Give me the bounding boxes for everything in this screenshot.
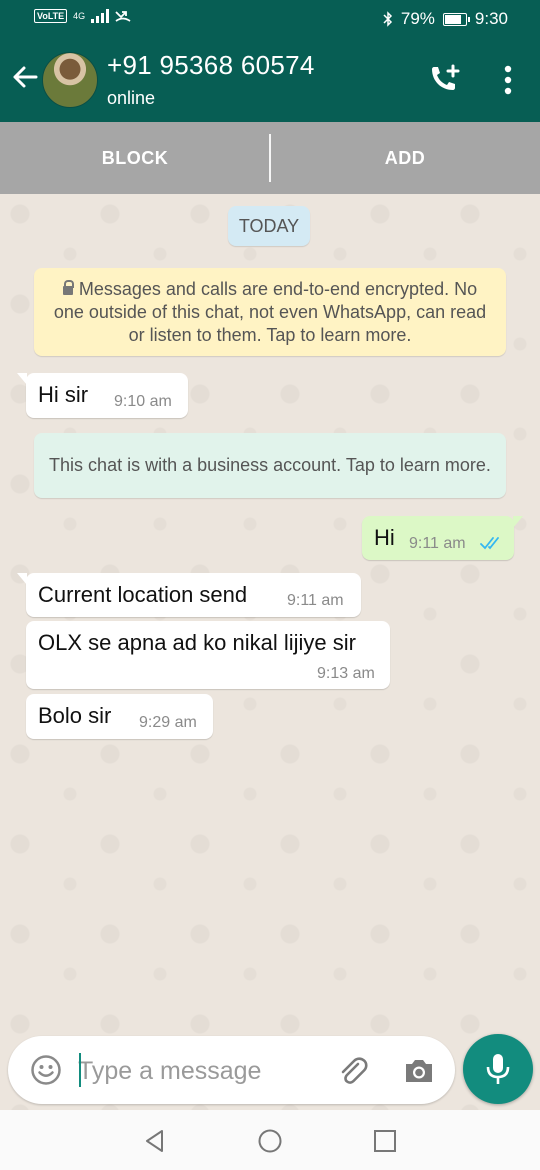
double-check-icon [480,537,499,550]
add-contact-button[interactable]: ADD [270,122,540,194]
message-time: 9:11 am [409,535,466,552]
mic-icon [486,1054,510,1084]
message-bubble-outgoing[interactable]: Hi 9:11 am [362,516,523,560]
text-cursor [79,1053,81,1087]
battery-icon [442,12,470,26]
message-text: Bolo sir [38,703,112,728]
message-time: 9:13 am [317,665,375,682]
status-bar: VoLTE 4G 79% 9:30 [0,0,540,38]
message-bubble-incoming[interactable]: OLX se apna ad ko nikal lijiye sir 9:13 … [26,621,390,689]
camera-icon[interactable] [402,1054,436,1088]
network-type: 4G [73,11,86,21]
attach-icon[interactable] [336,1054,370,1088]
add-call-icon[interactable] [426,64,462,96]
emoji-icon[interactable] [30,1054,62,1086]
message-time: 9:29 am [139,714,197,731]
voice-message-button[interactable] [463,1034,533,1104]
system-nav-bar [0,1110,540,1170]
contact-name[interactable]: +91 95368 60574 [107,50,315,81]
message-bubble-incoming[interactable]: Current location send 9:11 am [17,573,361,617]
message-input[interactable] [76,1048,330,1094]
message-text: Hi sir [38,382,89,407]
message-time: 9:10 am [114,393,172,410]
nav-back-icon[interactable] [142,1128,168,1154]
battery-percent: 79% [400,9,435,28]
composer [8,1036,455,1104]
contact-status: online [107,88,156,108]
back-arrow-icon[interactable] [10,62,40,92]
block-button[interactable]: BLOCK [0,122,270,194]
status-time: 9:30 [474,9,508,28]
lock-icon [62,279,74,295]
message-time: 9:11 am [287,592,344,609]
nav-home-icon[interactable] [257,1128,283,1154]
avatar[interactable] [42,52,98,108]
message-text: OLX se apna ad ko nikal lijiye sir [38,630,356,655]
nav-recents-icon[interactable] [372,1128,398,1154]
message-bubble-incoming[interactable]: Bolo sir 9:29 am [26,694,213,739]
encryption-notice[interactable]: Messages and calls are end-to-end encryp… [34,268,506,356]
chat-header: +91 95368 60574 online [0,38,540,122]
encryption-notice-text: Messages and calls are end-to-end encryp… [53,278,487,345]
business-action-bar: BLOCK ADD [0,122,540,195]
message-text: Hi [374,525,395,550]
message-bubble-incoming[interactable]: Hi sir 9:10 am [17,373,188,418]
message-text: Current location send [38,582,248,607]
date-chip: TODAY [228,206,310,246]
business-account-notice[interactable]: This chat is with a business account. Ta… [34,433,506,498]
missed-call-icon [115,11,131,22]
more-options-icon[interactable] [498,64,518,96]
bluetooth-icon [383,11,392,27]
volte-badge: VoLTE [34,9,68,23]
chat-area[interactable]: TODAY Messages and calls are end-to-end … [0,194,540,1110]
signal-icon [91,9,110,23]
